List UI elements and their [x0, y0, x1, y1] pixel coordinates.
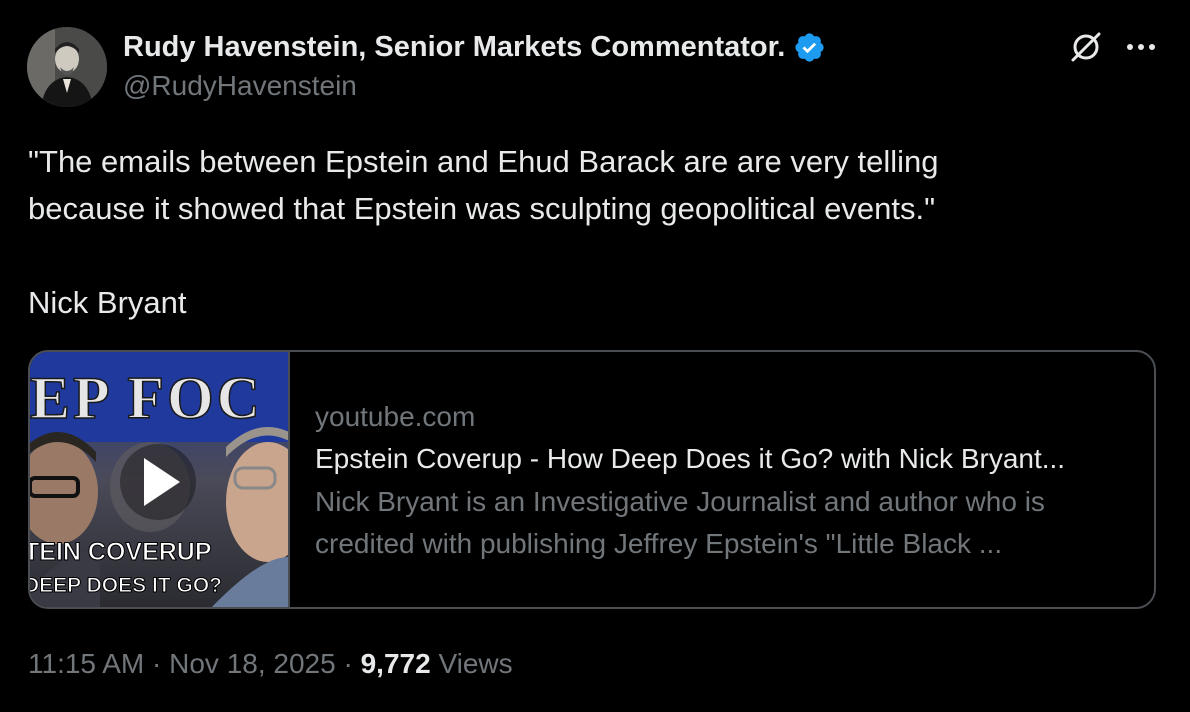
meta-separator: ·: [343, 648, 353, 679]
card-description: Nick Bryant is an Investigative Journali…: [315, 481, 1145, 565]
tweet-date[interactable]: Nov 18, 2025: [169, 648, 336, 679]
tweet-time[interactable]: 11:15 AM: [28, 648, 144, 679]
thumbnail-top-text: EP FOC: [30, 365, 263, 431]
verified-badge-icon[interactable]: [793, 31, 826, 64]
card-domain: youtube.com: [315, 401, 476, 432]
card-info[interactable]: youtube.com Epstein Coverup - How Deep D…: [315, 397, 1145, 565]
tweet-text: "The emails between Epstein and Ehud Bar…: [28, 138, 1148, 326]
views-label: Views: [438, 648, 513, 679]
play-icon: [120, 444, 196, 520]
author-display-name[interactable]: Rudy Havenstein, Senior Markets Commenta…: [123, 31, 785, 64]
tweet-text-line: "The emails between Epstein and Ehud Bar…: [28, 144, 939, 179]
grok-button[interactable]: [1066, 27, 1106, 67]
card-description-line: credited with publishing Jeffrey Epstein…: [315, 528, 1003, 559]
tweet-meta: 11:15 AM · Nov 18, 2025 · 9,772 Views: [28, 648, 513, 680]
meta-separator: ·: [152, 648, 162, 679]
portrait-avatar: [27, 27, 107, 107]
video-thumbnail[interactable]: EP FOC TEIN COVERUP DEEP DOES IT GO?: [30, 352, 290, 607]
card-title[interactable]: Epstein Coverup - How Deep Does it Go? w…: [315, 437, 1145, 481]
tweet-text-line: Nick Bryant: [28, 285, 187, 320]
thumbnail-caption-line1: TEIN COVERUP: [30, 538, 212, 566]
thumbnail-caption-line2: DEEP DOES IT GO?: [30, 574, 222, 597]
more-options-icon: [1127, 44, 1155, 50]
grok-icon: [1071, 32, 1101, 62]
avatar[interactable]: [27, 27, 107, 107]
more-options-button[interactable]: [1120, 30, 1162, 64]
views-count[interactable]: 9,772: [361, 648, 431, 679]
tweet-text-line: because it showed that Epstein was sculp…: [28, 191, 936, 226]
link-preview-card[interactable]: EP FOC TEIN COVERUP DEEP DOES IT GO? you…: [28, 350, 1156, 609]
author-handle[interactable]: @RudyHavenstein: [123, 70, 357, 102]
card-description-line: Nick Bryant is an Investigative Journali…: [315, 486, 1045, 517]
author-name-row[interactable]: Rudy Havenstein, Senior Markets Commenta…: [123, 27, 826, 67]
thumbnail-image: EP FOC TEIN COVERUP DEEP DOES IT GO?: [30, 352, 288, 607]
